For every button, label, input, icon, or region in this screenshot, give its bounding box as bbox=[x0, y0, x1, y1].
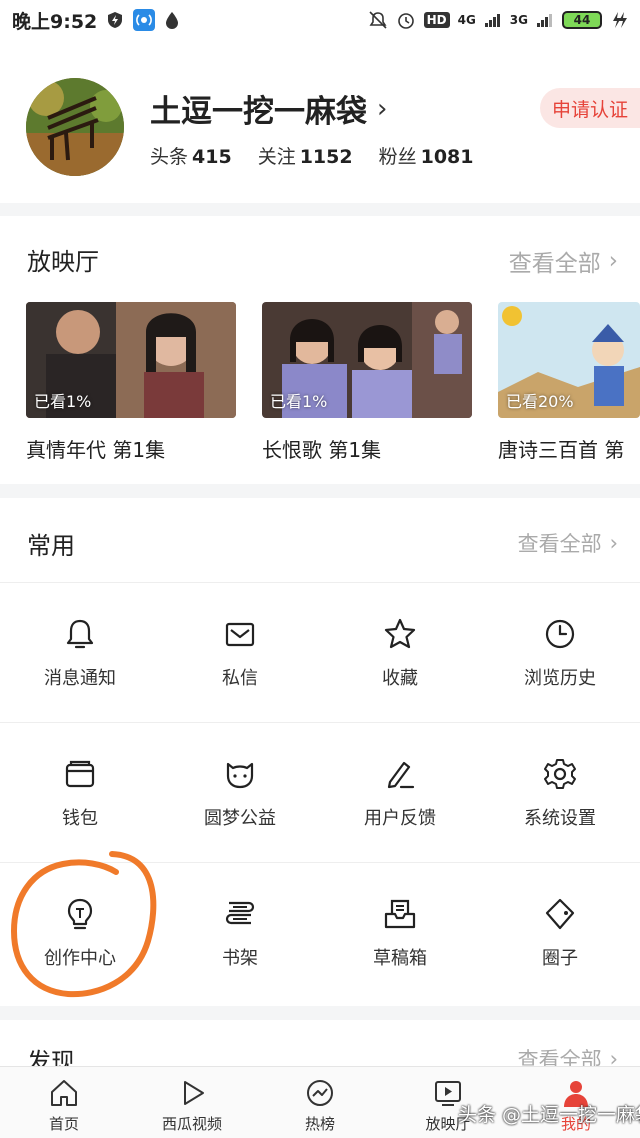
theater-see-all-link[interactable]: 查看全部 › bbox=[509, 244, 618, 278]
wallet-icon bbox=[65, 760, 95, 788]
lightbulb-icon bbox=[67, 898, 93, 930]
menu-item-settings[interactable]: 系统设置 bbox=[480, 722, 640, 862]
menu-item-bookshelf[interactable]: 书架 bbox=[160, 862, 320, 1002]
profile-stats: 头条 415 关注 1152 粉丝 1081 bbox=[150, 142, 474, 169]
video-thumbnail: 已看1% bbox=[262, 302, 472, 418]
menu-item-history[interactable]: 浏览历史 bbox=[480, 582, 640, 722]
chevron-right-icon: › bbox=[608, 248, 618, 274]
username: 土逗一挖一麻袋 bbox=[150, 94, 367, 130]
tab-trending[interactable]: 热榜 bbox=[256, 1067, 384, 1138]
video-card[interactable]: 已看1% 真情年代 第1集 bbox=[26, 302, 236, 463]
circle-tag-icon bbox=[545, 898, 575, 930]
clock-icon bbox=[545, 619, 575, 649]
menu-item-charity[interactable]: 圆梦公益 bbox=[160, 722, 320, 862]
profile-header: 土逗一挖一麻袋 › 头条 415 关注 1152 粉丝 1081 申请认证 bbox=[0, 40, 640, 203]
watermark: 头条 @土逗一挖一麻袋 bbox=[458, 1104, 640, 1126]
watch-progress: 已看1% bbox=[270, 392, 328, 411]
menu-item-circles[interactable]: 圈子 bbox=[480, 862, 640, 1002]
watch-progress: 已看1% bbox=[34, 392, 92, 411]
mute-icon bbox=[368, 10, 388, 30]
menu-item-feedback[interactable]: 用户反馈 bbox=[320, 722, 480, 862]
hd-indicator: HD bbox=[423, 12, 450, 28]
video-title: 唐诗三百首 第 bbox=[498, 438, 625, 462]
username-link[interactable]: 土逗一挖一麻袋 › bbox=[150, 86, 387, 131]
trending-icon bbox=[307, 1080, 333, 1106]
shield-bolt-icon bbox=[107, 11, 123, 29]
pen-icon bbox=[387, 761, 415, 789]
books-icon bbox=[225, 901, 255, 925]
menu-item-notifications[interactable]: 消息通知 bbox=[0, 582, 160, 722]
tab-xigua-video[interactable]: 西瓜视频 bbox=[128, 1067, 256, 1138]
menu-item-wallet[interactable]: 钱包 bbox=[0, 722, 160, 862]
video-thumbnail: 已看20% bbox=[498, 302, 640, 418]
status-time: 晚上9:52 bbox=[12, 10, 98, 33]
video-title: 真情年代 第1集 bbox=[26, 438, 166, 462]
section-title: 放映厅 bbox=[27, 248, 99, 276]
menu-item-creator-center[interactable]: 创作中心 bbox=[0, 862, 160, 1002]
mail-icon bbox=[225, 622, 255, 647]
signal-icon bbox=[484, 12, 502, 28]
video-title: 长恨歌 第1集 bbox=[262, 438, 382, 462]
menu-item-messages[interactable]: 私信 bbox=[160, 582, 320, 722]
inbox-icon bbox=[384, 899, 416, 929]
alarm-icon bbox=[396, 10, 416, 30]
avatar[interactable] bbox=[26, 78, 124, 176]
theater-section: 放映厅 查看全部 › 已看1% 真情年代 第1集 已看1% 长恨歌 第1集 已看… bbox=[0, 216, 640, 484]
section-title: 常用 bbox=[27, 532, 75, 560]
stat-headlines[interactable]: 头条 415 bbox=[150, 142, 232, 169]
gear-icon bbox=[544, 759, 576, 789]
common-section: 常用 查看全部 › 消息通知 私信 收藏 浏览历史 钱包 圆梦公益 用户反馈 系… bbox=[0, 498, 640, 1006]
video-card[interactable]: 已看20% 唐诗三百首 第 bbox=[498, 302, 640, 463]
fast-charge-icon bbox=[610, 11, 628, 29]
drop-icon bbox=[165, 11, 179, 29]
bell-icon bbox=[66, 619, 94, 649]
chevron-right-icon: › bbox=[377, 93, 388, 124]
home-icon bbox=[51, 1080, 77, 1106]
menu-item-drafts[interactable]: 草稿箱 bbox=[320, 862, 480, 1002]
play-icon bbox=[184, 1081, 204, 1105]
common-see-all-link[interactable]: 查看全部 › bbox=[518, 528, 618, 558]
broadcast-app-icon bbox=[133, 9, 156, 31]
star-icon bbox=[384, 618, 416, 649]
video-card[interactable]: 已看1% 长恨歌 第1集 bbox=[262, 302, 472, 463]
watch-progress: 已看20% bbox=[506, 392, 574, 411]
battery-indicator: 44 bbox=[562, 11, 602, 29]
status-bar: 晚上9:52 HD 4G 3G 44 bbox=[0, 0, 640, 40]
stat-following[interactable]: 关注 1152 bbox=[258, 142, 353, 169]
network-3g: 3G bbox=[509, 13, 528, 27]
cat-face-icon bbox=[226, 762, 254, 789]
menu-item-favorites[interactable]: 收藏 bbox=[320, 582, 480, 722]
video-thumbnail: 已看1% bbox=[26, 302, 236, 418]
signal-icon bbox=[536, 12, 554, 28]
stat-followers[interactable]: 粉丝 1081 bbox=[379, 142, 474, 169]
apply-verification-button[interactable]: 申请认证 bbox=[540, 88, 640, 128]
chevron-right-icon: › bbox=[609, 531, 618, 555]
network-4g: 4G bbox=[457, 13, 476, 27]
tab-home[interactable]: 首页 bbox=[0, 1067, 128, 1138]
